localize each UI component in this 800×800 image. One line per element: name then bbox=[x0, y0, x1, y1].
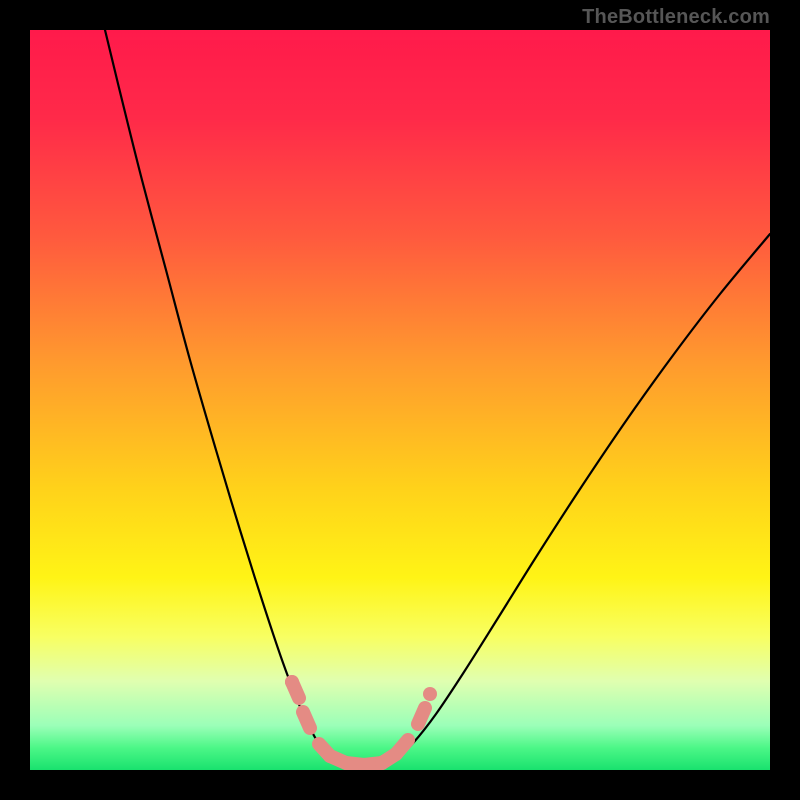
chart-frame: TheBottleneck.com bbox=[0, 0, 800, 800]
pink-band-segment bbox=[396, 740, 408, 754]
pink-band-end bbox=[423, 687, 437, 701]
left-curve bbox=[105, 30, 346, 766]
curve-layer bbox=[30, 30, 770, 770]
pink-band-segment bbox=[418, 708, 425, 724]
right-curve bbox=[382, 234, 770, 766]
plot-area bbox=[30, 30, 770, 770]
watermark-text: TheBottleneck.com bbox=[582, 6, 770, 29]
pink-band-end bbox=[285, 675, 299, 689]
pink-band-segment bbox=[303, 712, 310, 728]
